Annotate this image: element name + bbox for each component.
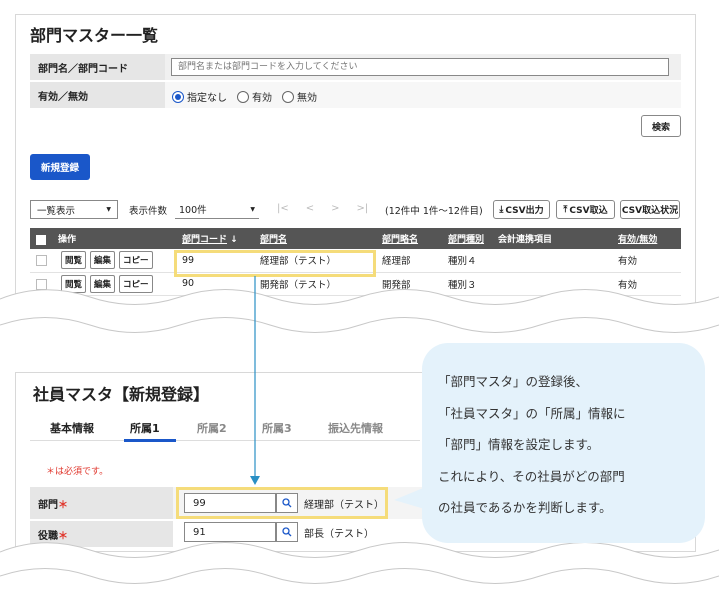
tab-basic-info[interactable]: 基本情報 [50, 420, 94, 436]
header-valid[interactable]: 有効/無効 [612, 228, 681, 249]
callout-line: 「部門マスタ」の登録後、 [438, 374, 589, 389]
callout-line: これにより、その社員がどの部門 [438, 468, 625, 484]
header-name-label: 部門名 [260, 235, 288, 245]
connector-arrow [250, 276, 260, 485]
cell-kind: 種別４ [442, 249, 492, 273]
active-tab-indicator [124, 439, 176, 442]
dept-label-text: 部門 [38, 499, 58, 511]
header-name[interactable]: 部門名 [254, 228, 376, 249]
csv-export-label: CSV出力 [505, 206, 544, 216]
csv-status-button[interactable]: CSV取込状況 [620, 200, 680, 219]
pager-next-icon[interactable]: > [331, 203, 339, 214]
view-select-value: 一覧表示 [37, 205, 76, 217]
position-code-input[interactable]: 91 [184, 522, 276, 542]
search-button[interactable]: 検索 [641, 115, 681, 137]
radio-invalid[interactable]: 無効 [282, 89, 317, 104]
radio-label: 有効 [252, 93, 272, 104]
radio-circle-selected [172, 90, 184, 103]
display-count-value: 100件 [179, 205, 207, 216]
tab-affiliation-3[interactable]: 所属3 [262, 420, 292, 436]
search-icon [282, 498, 292, 508]
employee-title: 社員マスタ【新規登録】 [33, 385, 210, 404]
dept-name-display: 経理部（テスト） [304, 500, 384, 511]
page-title: 部門マスター一覧 [30, 26, 159, 45]
validity-radio-group: 指定なし 有効 無効 [172, 89, 327, 104]
header-short[interactable]: 部門略名 [376, 228, 442, 249]
new-register-button[interactable]: 新規登録 [30, 154, 90, 180]
record-count-text: (12件中 1件〜12件目) [385, 206, 483, 217]
header-valid-label: 有効/無効 [618, 235, 658, 245]
header-kind-label: 部門種別 [448, 235, 485, 245]
callout-text: 「部門マスタ」の登録後、 「社員マスタ」の「所属」情報に 「部門」情報を設定しま… [438, 366, 698, 524]
upload-icon: ⤒ [563, 204, 568, 215]
sort-down-icon: ↓ [230, 235, 238, 245]
header-code-label: 部門コード [182, 235, 228, 245]
caret-down-icon: ▼ [250, 205, 255, 213]
pager-last-icon[interactable]: >| [357, 203, 369, 214]
dept-code-input[interactable]: 99 [184, 493, 276, 513]
tab-affiliation-2[interactable]: 所属2 [197, 420, 227, 436]
highlight-dept-row [174, 250, 376, 277]
view-select[interactable]: 一覧表示 ▼ [30, 200, 118, 219]
header-acct-label: 会計連携項目 [498, 235, 553, 245]
name-code-label: 部門名／部門コード [30, 54, 165, 80]
cell-short: 経理部 [376, 249, 442, 273]
table-header-row: 操作 部門コード ↓ 部門名 部門略名 部門種別 会計連携項目 有効/無効 [30, 228, 681, 249]
torn-edge-bottom [0, 542, 719, 600]
display-count-label: 表示件数 [129, 206, 168, 217]
row-ops: 閲覧 編集 コピー [30, 249, 176, 273]
radio-valid[interactable]: 有効 [237, 89, 272, 104]
dept-search-button[interactable] [276, 493, 298, 513]
caret-down-icon: ▼ [106, 206, 111, 213]
header-op: 操作 [30, 228, 176, 249]
position-search-button[interactable] [276, 522, 298, 542]
download-icon: ⤓ [499, 204, 504, 215]
tab-affiliation-1[interactable]: 所属1 [130, 420, 160, 436]
search-icon [282, 527, 292, 537]
tab-bank-info[interactable]: 振込先情報 [328, 420, 383, 436]
radio-circle [282, 90, 294, 103]
pager-prev-icon[interactable]: < [306, 203, 314, 214]
view-button[interactable]: 閲覧 [61, 251, 87, 270]
pager-first-icon[interactable]: |< [277, 203, 289, 214]
callout-line: 「社員マスタ」の「所属」情報に [438, 405, 626, 421]
cell-valid: 有効 [612, 249, 681, 273]
callout-line: の社員であるかを判断します。 [438, 500, 612, 515]
row-checkbox[interactable] [36, 255, 47, 267]
dept-field-label: 部門＊ [30, 487, 173, 519]
search-input[interactable] [171, 58, 669, 76]
csv-import-label: CSV取込 [569, 206, 608, 216]
required-note: ＊は必須です。 [46, 467, 109, 477]
header-checkbox[interactable] [36, 234, 46, 245]
display-count-select[interactable]: 100件 ▼ [175, 200, 259, 219]
radio-label: 無効 [297, 93, 317, 104]
callout-line: 「部門」情報を設定します。 [438, 437, 600, 452]
header-short-label: 部門略名 [382, 235, 419, 245]
position-name-display: 部長（テスト） [304, 529, 374, 540]
radio-label: 指定なし [187, 93, 227, 104]
pager: |< < > >| [277, 203, 368, 214]
header-acct: 会計連携項目 [492, 228, 612, 249]
csv-export-button[interactable]: ⤓ CSV出力 [493, 200, 550, 219]
header-op-label: 操作 [58, 235, 77, 245]
csv-import-button[interactable]: ⤒ CSV取込 [556, 200, 615, 219]
header-kind[interactable]: 部門種別 [442, 228, 492, 249]
radio-circle [237, 90, 249, 103]
cell-acct [492, 249, 612, 273]
required-mark: ＊ [58, 499, 68, 511]
edit-button[interactable]: 編集 [90, 251, 116, 270]
validity-label: 有効／無効 [30, 82, 165, 108]
header-code[interactable]: 部門コード ↓ [176, 228, 254, 249]
copy-button[interactable]: コピー [119, 251, 153, 270]
radio-unspecified[interactable]: 指定なし [172, 89, 227, 104]
